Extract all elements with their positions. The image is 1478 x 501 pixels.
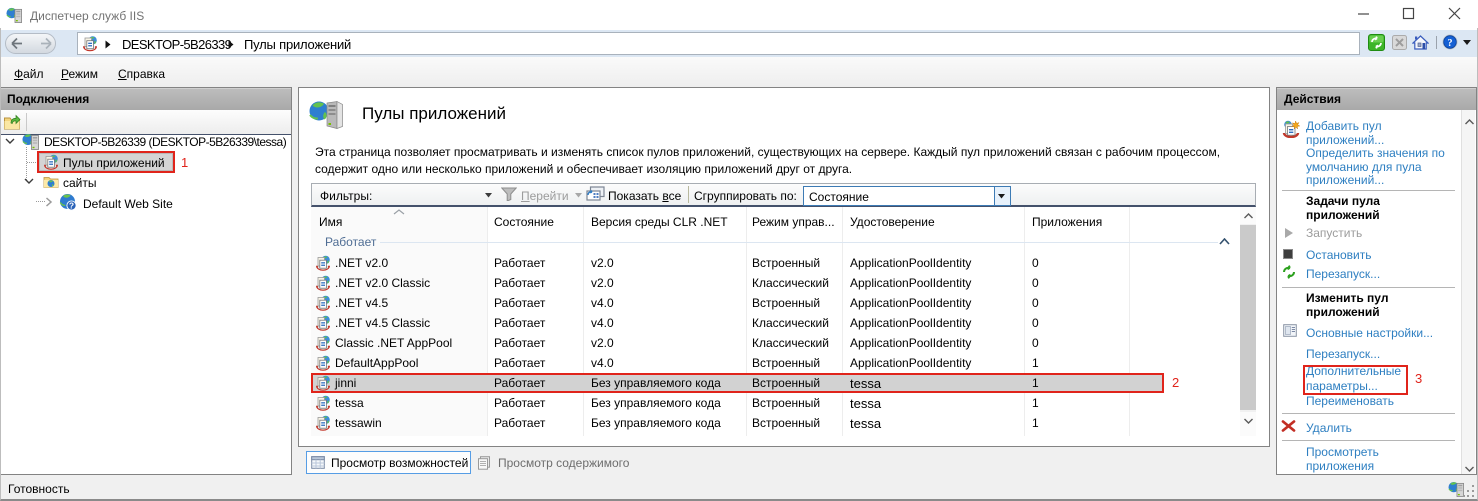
svg-text:?: ? (1448, 38, 1453, 49)
